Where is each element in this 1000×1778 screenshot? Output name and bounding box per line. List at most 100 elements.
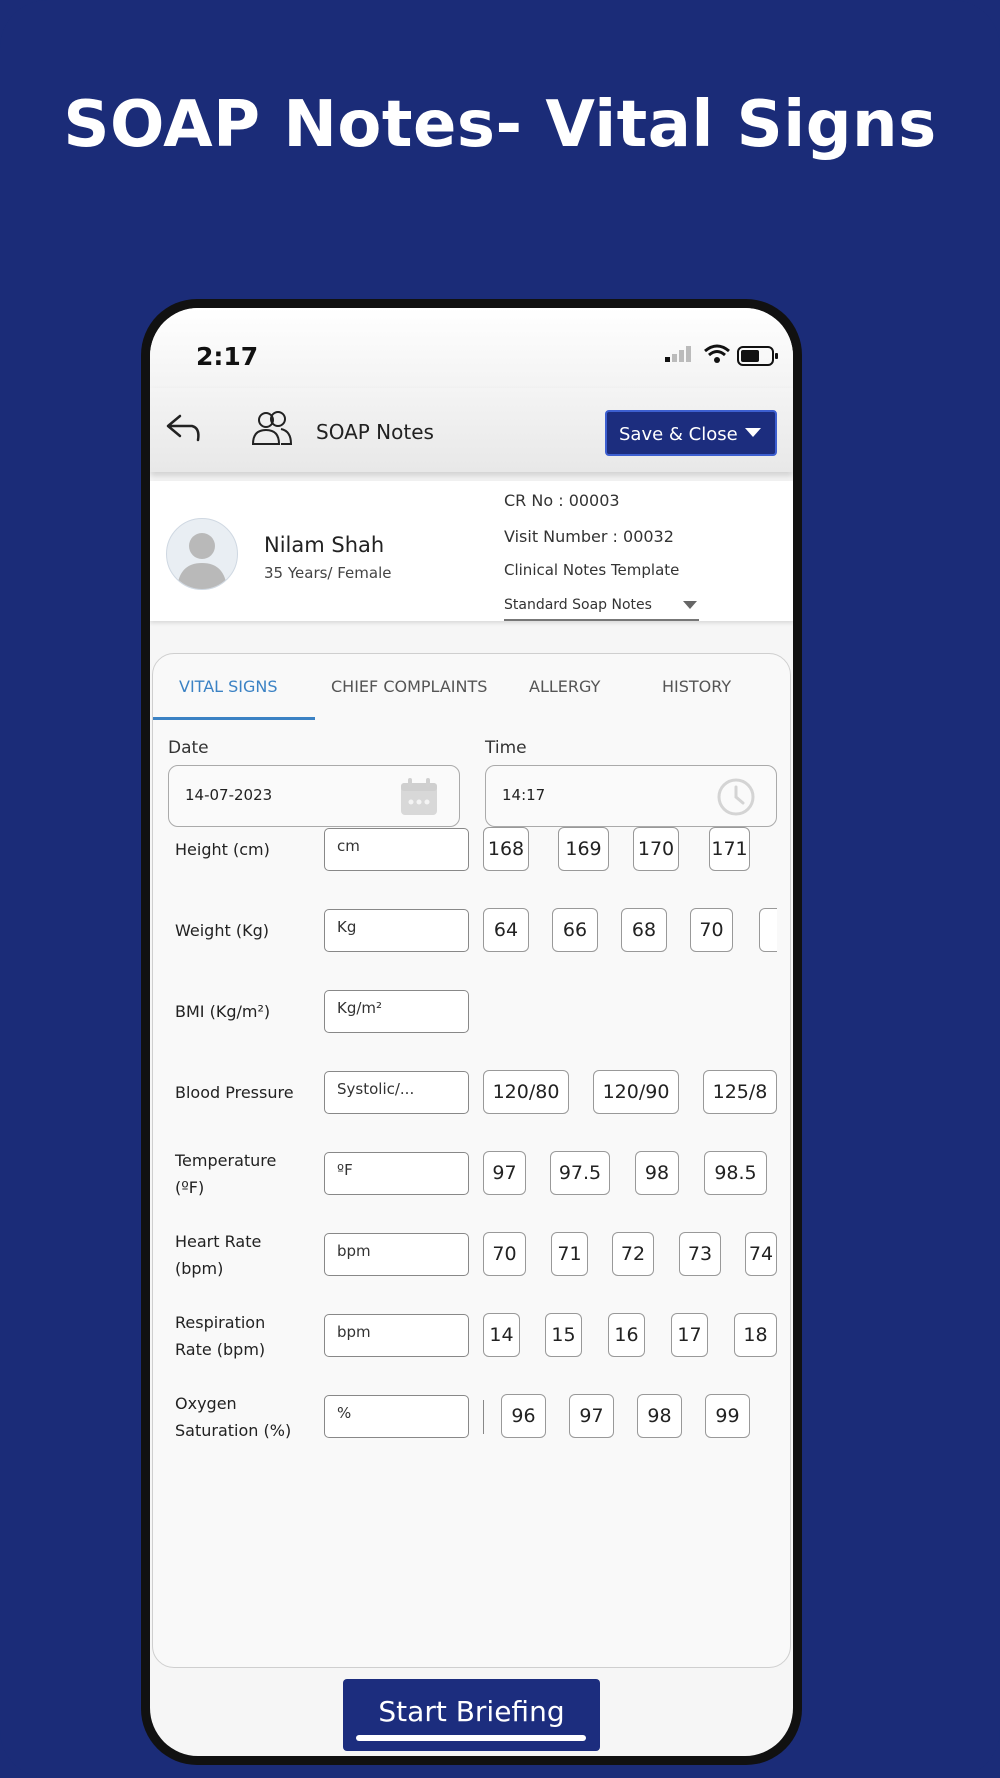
quick-value-chip[interactable]: 68 <box>621 908 667 952</box>
patient-name: Nilam Shah <box>264 533 385 557</box>
quick-value-chip[interactable]: 14 <box>483 1313 520 1357</box>
date-value: 14-07-2023 <box>185 786 273 804</box>
quick-value-chip[interactable]: 64 <box>483 908 529 952</box>
vital-label: Weight (Kg) <box>175 921 269 940</box>
phone-frame: 2:17 SOAP Notes Save & Close Nilam Shah … <box>141 299 802 1765</box>
chevron-down-icon[interactable] <box>745 428 761 437</box>
back-arrow-icon[interactable] <box>164 410 204 446</box>
quick-value-chip[interactable]: 74 <box>745 1232 777 1276</box>
header-title: SOAP Notes <box>316 420 434 444</box>
quick-value-chip[interactable]: 18 <box>734 1313 777 1357</box>
active-tab-indicator <box>153 717 315 720</box>
quick-value-chip[interactable]: 98.5 <box>704 1151 767 1195</box>
signal-icon <box>665 346 691 362</box>
vital-input[interactable]: Kg <box>324 909 469 952</box>
quick-value-chip[interactable]: 70 <box>483 1232 526 1276</box>
tab-vital-signs[interactable]: VITAL SIGNS <box>179 677 278 696</box>
quick-value-chip[interactable]: 72 <box>612 1232 654 1276</box>
vital-input[interactable]: % <box>324 1395 469 1438</box>
vital-label: BMI (Kg/m²) <box>175 1002 271 1021</box>
date-field[interactable]: 14-07-2023 <box>168 765 460 827</box>
calendar-icon[interactable] <box>399 777 439 817</box>
quick-values: 70 71 72 73 74 <box>483 1232 777 1278</box>
vital-label: Heart Rate (bpm) <box>175 1232 262 1278</box>
vital-input[interactable]: cm <box>324 828 469 871</box>
vital-input[interactable]: Kg/m² <box>324 990 469 1033</box>
vital-input-placeholder: Kg <box>337 918 357 936</box>
quick-values: 64 66 68 70 <box>483 908 777 954</box>
quick-value-chip[interactable]: 71 <box>551 1232 588 1276</box>
vitals-panel: VITAL SIGNS CHIEF COMPLAINTS ALLERGY HIS… <box>152 653 791 1668</box>
tab-allergy[interactable]: ALLERGY <box>529 677 600 696</box>
time-field[interactable]: 14:17 <box>485 765 777 827</box>
patient-card: Nilam Shah 35 Years/ Female CR No : 0000… <box>150 481 793 621</box>
wifi-icon <box>704 344 730 363</box>
app-header: SOAP Notes Save & Close <box>150 388 793 472</box>
quick-value-chip[interactable]: 97.5 <box>550 1151 610 1195</box>
tab-chief-complaints[interactable]: CHIEF COMPLAINTS <box>331 677 487 696</box>
vital-input[interactable]: ºF <box>324 1152 469 1195</box>
quick-value-chip[interactable]: 16 <box>608 1313 645 1357</box>
tab-history[interactable]: HISTORY <box>662 677 731 696</box>
quick-value-chip[interactable]: 120/90 <box>593 1070 679 1114</box>
vital-label: Blood Pressure <box>175 1083 294 1102</box>
quick-value-chip[interactable]: 17 <box>671 1313 708 1357</box>
quick-value-chip[interactable]: 98 <box>637 1394 682 1438</box>
chevron-down-icon <box>683 601 697 609</box>
template-label: Clinical Notes Template <box>504 561 680 579</box>
quick-values: 14 15 16 17 18 <box>483 1313 777 1359</box>
vital-label: Temperature (ºF) <box>175 1151 277 1197</box>
quick-value-chip[interactable]: 97 <box>569 1394 614 1438</box>
visit-number: Visit Number : 00032 <box>504 527 674 546</box>
user-silhouette-icon <box>177 533 227 589</box>
time-label: Time <box>485 738 527 758</box>
quick-value-chip[interactable]: 15 <box>545 1313 582 1357</box>
quick-value-chip[interactable]: 168 <box>483 827 529 871</box>
status-time: 2:17 <box>196 342 259 371</box>
quick-value-chip[interactable]: 73 <box>679 1232 721 1276</box>
quick-values: 120/80 120/90 125/8 <box>483 1070 777 1116</box>
vital-input-placeholder: bpm <box>337 1323 371 1341</box>
quick-value-chip[interactable]: 125/8 <box>703 1070 777 1114</box>
status-bar: 2:17 <box>150 308 793 388</box>
quick-values: 96 97 98 99 <box>483 1394 777 1440</box>
vital-input-placeholder: Systolic/... <box>337 1080 415 1098</box>
save-close-label: Save & Close <box>619 424 738 445</box>
quick-value-chip[interactable]: 70 <box>690 908 733 952</box>
vital-input-placeholder: % <box>337 1404 352 1422</box>
quick-value-chip[interactable]: 99 <box>705 1394 750 1438</box>
vital-input-placeholder: ºF <box>337 1161 353 1179</box>
time-value: 14:17 <box>502 786 546 804</box>
date-label: Date <box>168 738 209 758</box>
avatar <box>166 518 238 590</box>
quick-value-chip[interactable]: 169 <box>558 827 609 871</box>
vital-input[interactable]: bpm <box>324 1233 469 1276</box>
quick-value-chip[interactable]: 97 <box>483 1151 526 1195</box>
save-close-button[interactable]: Save & Close <box>605 410 777 456</box>
quick-value-chip[interactable]: 66 <box>552 908 598 952</box>
quick-value-chip[interactable]: 120/80 <box>483 1070 569 1114</box>
scroll-separator <box>483 1400 484 1434</box>
vital-input-placeholder: Kg/m² <box>337 999 383 1017</box>
phone-screen: 2:17 SOAP Notes Save & Close Nilam Shah … <box>150 308 793 1756</box>
vital-label: Respiration Rate (bpm) <box>175 1313 266 1359</box>
quick-value-chip[interactable]: 98 <box>635 1151 679 1195</box>
template-select[interactable]: Standard Soap Notes <box>504 597 699 621</box>
vital-input-placeholder: bpm <box>337 1242 371 1260</box>
home-indicator <box>356 1735 586 1741</box>
users-icon <box>251 411 293 445</box>
vital-input[interactable]: Systolic/... <box>324 1071 469 1114</box>
page-headline: SOAP Notes- Vital Signs <box>63 88 937 162</box>
quick-value-chip[interactable]: 171 <box>709 827 750 871</box>
clock-icon[interactable] <box>716 777 756 817</box>
quick-value-chip[interactable] <box>759 908 777 952</box>
vital-label: Oxygen Saturation (%) <box>175 1394 292 1440</box>
quick-value-chip[interactable]: 170 <box>633 827 679 871</box>
quick-values: 97 97.5 98 98.5 <box>483 1151 777 1197</box>
quick-value-chip[interactable]: 96 <box>501 1394 546 1438</box>
quick-values: 168 169 170 171 <box>483 827 777 873</box>
cr-number: CR No : 00003 <box>504 491 620 510</box>
vital-label: Height (cm) <box>175 840 270 859</box>
template-value: Standard Soap Notes <box>504 597 652 613</box>
vital-input[interactable]: bpm <box>324 1314 469 1357</box>
